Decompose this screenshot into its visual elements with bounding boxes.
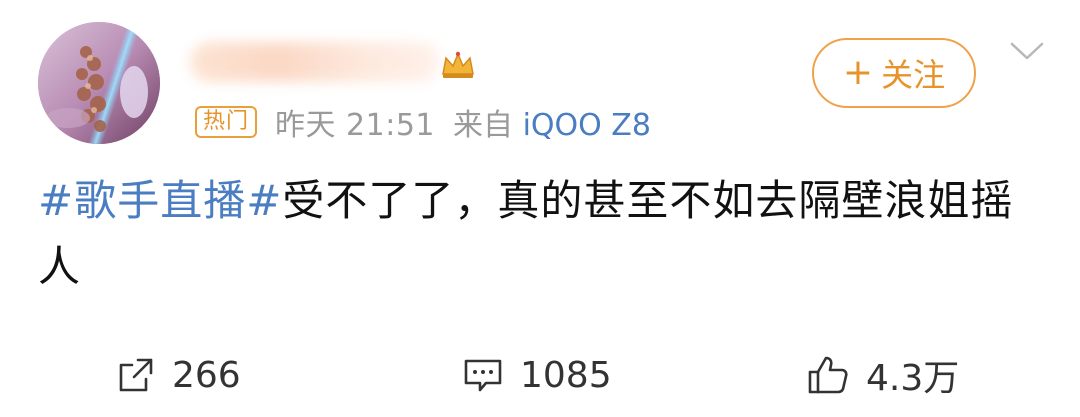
thumbs-up-icon: [808, 356, 848, 394]
like-button[interactable]: 4.3万: [806, 345, 959, 405]
action-bar: 266 1085 4.3万: [0, 345, 1080, 405]
post-meta: 热门 昨天 21:51 来自 iQOO Z8: [195, 100, 651, 144]
post-time: 昨天 21:51: [275, 108, 436, 143]
weibo-post-card: 热门 昨天 21:51 来自 iQOO Z8 + 关注 #歌手直播#受不了了，真…: [0, 0, 1080, 417]
avatar-image: [38, 22, 160, 144]
comment-button[interactable]: 1085: [462, 345, 612, 405]
chevron-down-icon[interactable]: [1008, 36, 1046, 66]
post-source: 来自 iQOO Z8: [453, 100, 651, 144]
follow-button[interactable]: + 关注: [812, 38, 976, 108]
username-blurred[interactable]: [190, 42, 440, 82]
hashtag-link[interactable]: #歌手直播#: [38, 176, 282, 225]
repost-count: 266: [172, 354, 241, 396]
like-count: 4.3万: [866, 358, 960, 399]
share-square-icon: [119, 358, 153, 392]
crown-icon: [442, 51, 474, 78]
follow-label: 关注: [881, 56, 946, 94]
source-prefix: 来自: [453, 108, 514, 143]
comment-count: 1085: [520, 354, 612, 396]
avatar[interactable]: [38, 22, 160, 144]
repost-button[interactable]: 266: [116, 345, 241, 405]
hot-badge[interactable]: 热门: [195, 106, 258, 138]
comment-icon: [464, 359, 502, 392]
source-device[interactable]: iQOO Z8: [523, 108, 651, 143]
plus-icon: +: [842, 52, 874, 93]
post-content: #歌手直播#受不了了，真的甚至不如去隔壁浪姐摇人: [38, 168, 1028, 300]
